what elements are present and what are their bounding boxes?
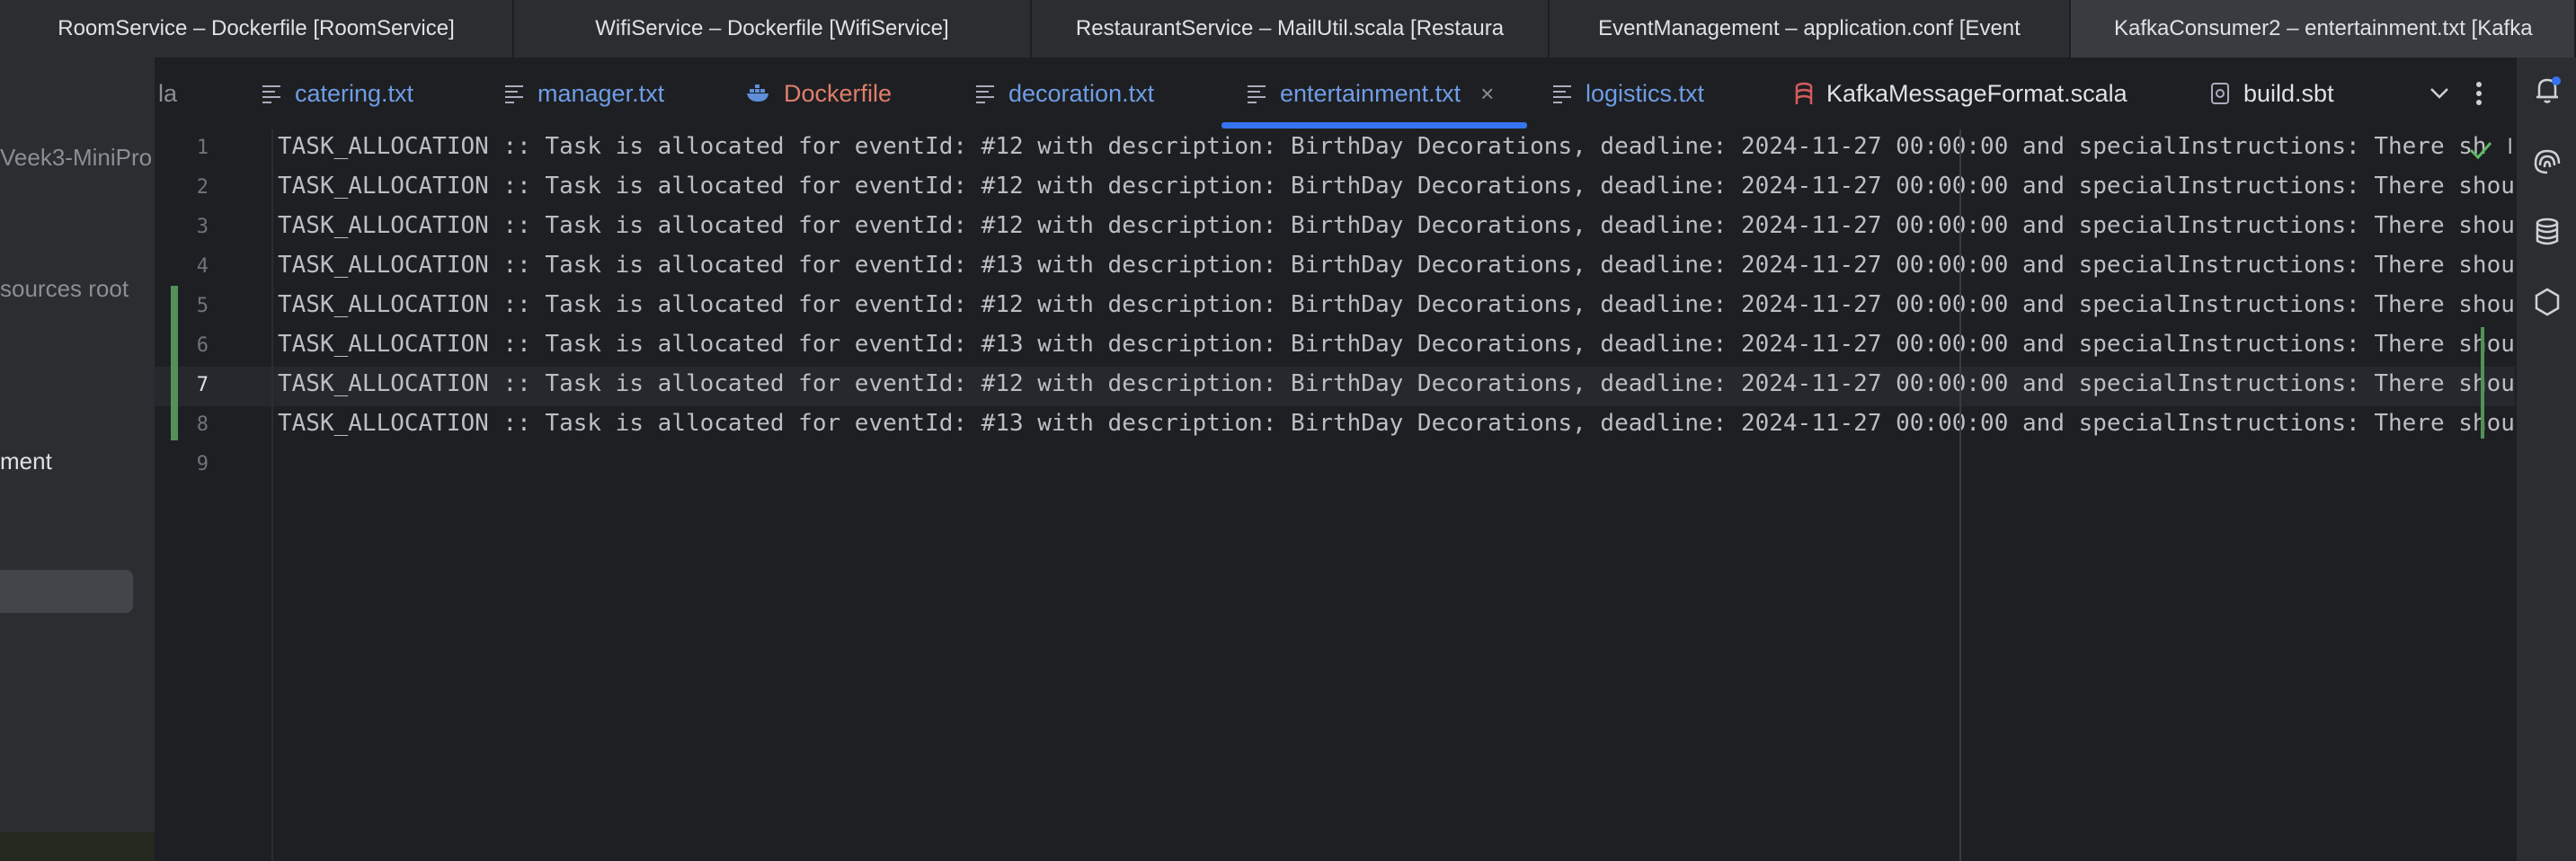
line-number-current: 7 (196, 374, 209, 396)
more-options-icon[interactable] (2463, 58, 2495, 129)
code-line[interactable]: TASK_ALLOCATION :: Task is allocated for… (278, 370, 2515, 397)
active-tab-indicator (1221, 122, 1527, 129)
window-tab-label: EventManagement – application.conf [Even… (1598, 16, 2021, 40)
tab-scala-partial[interactable]: la (155, 58, 177, 129)
right-margin-guide (1959, 129, 1961, 861)
line-number: 6 (196, 334, 209, 357)
window-tab-roomservice[interactable]: RoomService – Dockerfile [RoomService] (0, 0, 514, 58)
window-tab-label: KafkaConsumer2 – entertainment.txt [Kafk… (2114, 16, 2533, 40)
window-tab-label: WifiService – Dockerfile [WifiService] (595, 16, 949, 40)
notifications-icon[interactable] (2531, 74, 2563, 106)
line-number: 1 (196, 137, 209, 159)
window-tab-restaurantservice[interactable]: RestaurantService – MailUtil.scala [Rest… (1032, 0, 1550, 58)
code-line[interactable]: TASK_ALLOCATION :: Task is allocated for… (278, 252, 2515, 279)
window-tab-wifiservice[interactable]: WifiService – Dockerfile [WifiService] (514, 0, 1032, 58)
docker-icon (746, 84, 771, 103)
panel-status-strip (0, 832, 155, 861)
tab-decoration[interactable]: decoration.txt (974, 58, 1154, 129)
window-tab-kafkaconsumer2[interactable]: KafkaConsumer2 – entertainment.txt [Kafk… (2071, 0, 2576, 58)
editor-area[interactable]: 1 2 3 4 5 6 7 8 9 TASK_ALLOCATION :: Tas… (155, 129, 2515, 861)
text-file-icon (974, 84, 996, 103)
tab-label: entertainment.txt (1280, 79, 1461, 107)
window-tab-label: RestaurantService – MailUtil.scala [Rest… (1075, 16, 1505, 40)
window-tab-eventmanagement[interactable]: EventManagement – application.conf [Even… (1550, 0, 2071, 58)
tab-label: build.sbt (2243, 79, 2334, 107)
project-tree-item[interactable]: ment (0, 448, 52, 475)
plugin-hexagon-icon[interactable] (2531, 286, 2563, 318)
tab-label: KafkaMessageFormat.scala (1826, 79, 2127, 107)
tab-dockerfile[interactable]: Dockerfile (746, 58, 892, 129)
sbt-file-icon (2209, 81, 2231, 106)
ai-assistant-icon[interactable] (2531, 146, 2563, 178)
vcs-change-marker[interactable] (171, 286, 178, 440)
line-number: 3 (196, 216, 209, 238)
tab-label: manager.txt (537, 79, 665, 107)
project-tree-item[interactable]: sources root (0, 275, 129, 303)
text-file-icon (261, 84, 282, 103)
text-file-icon (1246, 84, 1267, 103)
chevron-down-icon[interactable] (2421, 58, 2457, 129)
code-line[interactable]: TASK_ALLOCATION :: Task is allocated for… (278, 173, 2515, 200)
window-tab-strip: RoomService – Dockerfile [RoomService] W… (0, 0, 2576, 58)
line-number: 5 (196, 295, 209, 317)
tab-label: catering.txt (295, 79, 414, 107)
tab-kafkamessageformat[interactable]: KafkaMessageFormat.scala (1794, 58, 2127, 129)
line-number: 9 (196, 453, 209, 475)
code-line[interactable]: TASK_ALLOCATION :: Task is allocated for… (278, 331, 2515, 358)
close-icon[interactable]: × (1480, 80, 1494, 108)
tab-label: Dockerfile (784, 79, 893, 107)
text-file-icon (1551, 84, 1573, 103)
line-number: 2 (196, 176, 209, 199)
scrollbar-change-marker[interactable] (2481, 327, 2484, 439)
line-number: 8 (196, 413, 209, 436)
line-number: 4 (196, 255, 209, 278)
code-line[interactable]: TASK_ALLOCATION :: Task is allocated for… (278, 410, 2515, 437)
tab-manager[interactable]: manager.txt (503, 58, 664, 129)
tab-label: logistics.txt (1586, 79, 1705, 107)
project-tree-item[interactable]: Veek3-MiniPro (0, 144, 152, 172)
tab-label: decoration.txt (1008, 79, 1155, 107)
tab-entertainment[interactable]: entertainment.txt × (1246, 58, 1494, 129)
project-tree-selected-row[interactable] (0, 570, 133, 613)
inspection-ok-icon[interactable] (2468, 139, 2493, 165)
code-line[interactable]: TASK_ALLOCATION :: Task is allocated for… (278, 133, 2515, 160)
code-line[interactable]: TASK_ALLOCATION :: Task is allocated for… (278, 212, 2515, 239)
window-tab-label: RoomService – Dockerfile [RoomService] (58, 16, 455, 40)
editor-tab-bar: la catering.txt manager.txt Dockerfile d… (155, 58, 2515, 131)
database-icon[interactable] (2531, 216, 2563, 248)
project-panel: Veek3-MiniPro sources root ment (0, 58, 156, 861)
right-tool-strip (2515, 58, 2576, 861)
line-number-gutter[interactable]: 1 2 3 4 5 6 7 8 9 (155, 129, 273, 861)
tab-build-sbt[interactable]: build.sbt (2209, 58, 2334, 129)
tab-label: la (158, 79, 178, 107)
trailing-text: l (2508, 135, 2513, 159)
tab-logistics[interactable]: logistics.txt (1551, 58, 1704, 129)
text-file-icon (503, 84, 525, 103)
scala-file-icon (1794, 81, 1814, 106)
tab-catering[interactable]: catering.txt (261, 58, 413, 129)
code-line[interactable]: TASK_ALLOCATION :: Task is allocated for… (278, 291, 2515, 318)
